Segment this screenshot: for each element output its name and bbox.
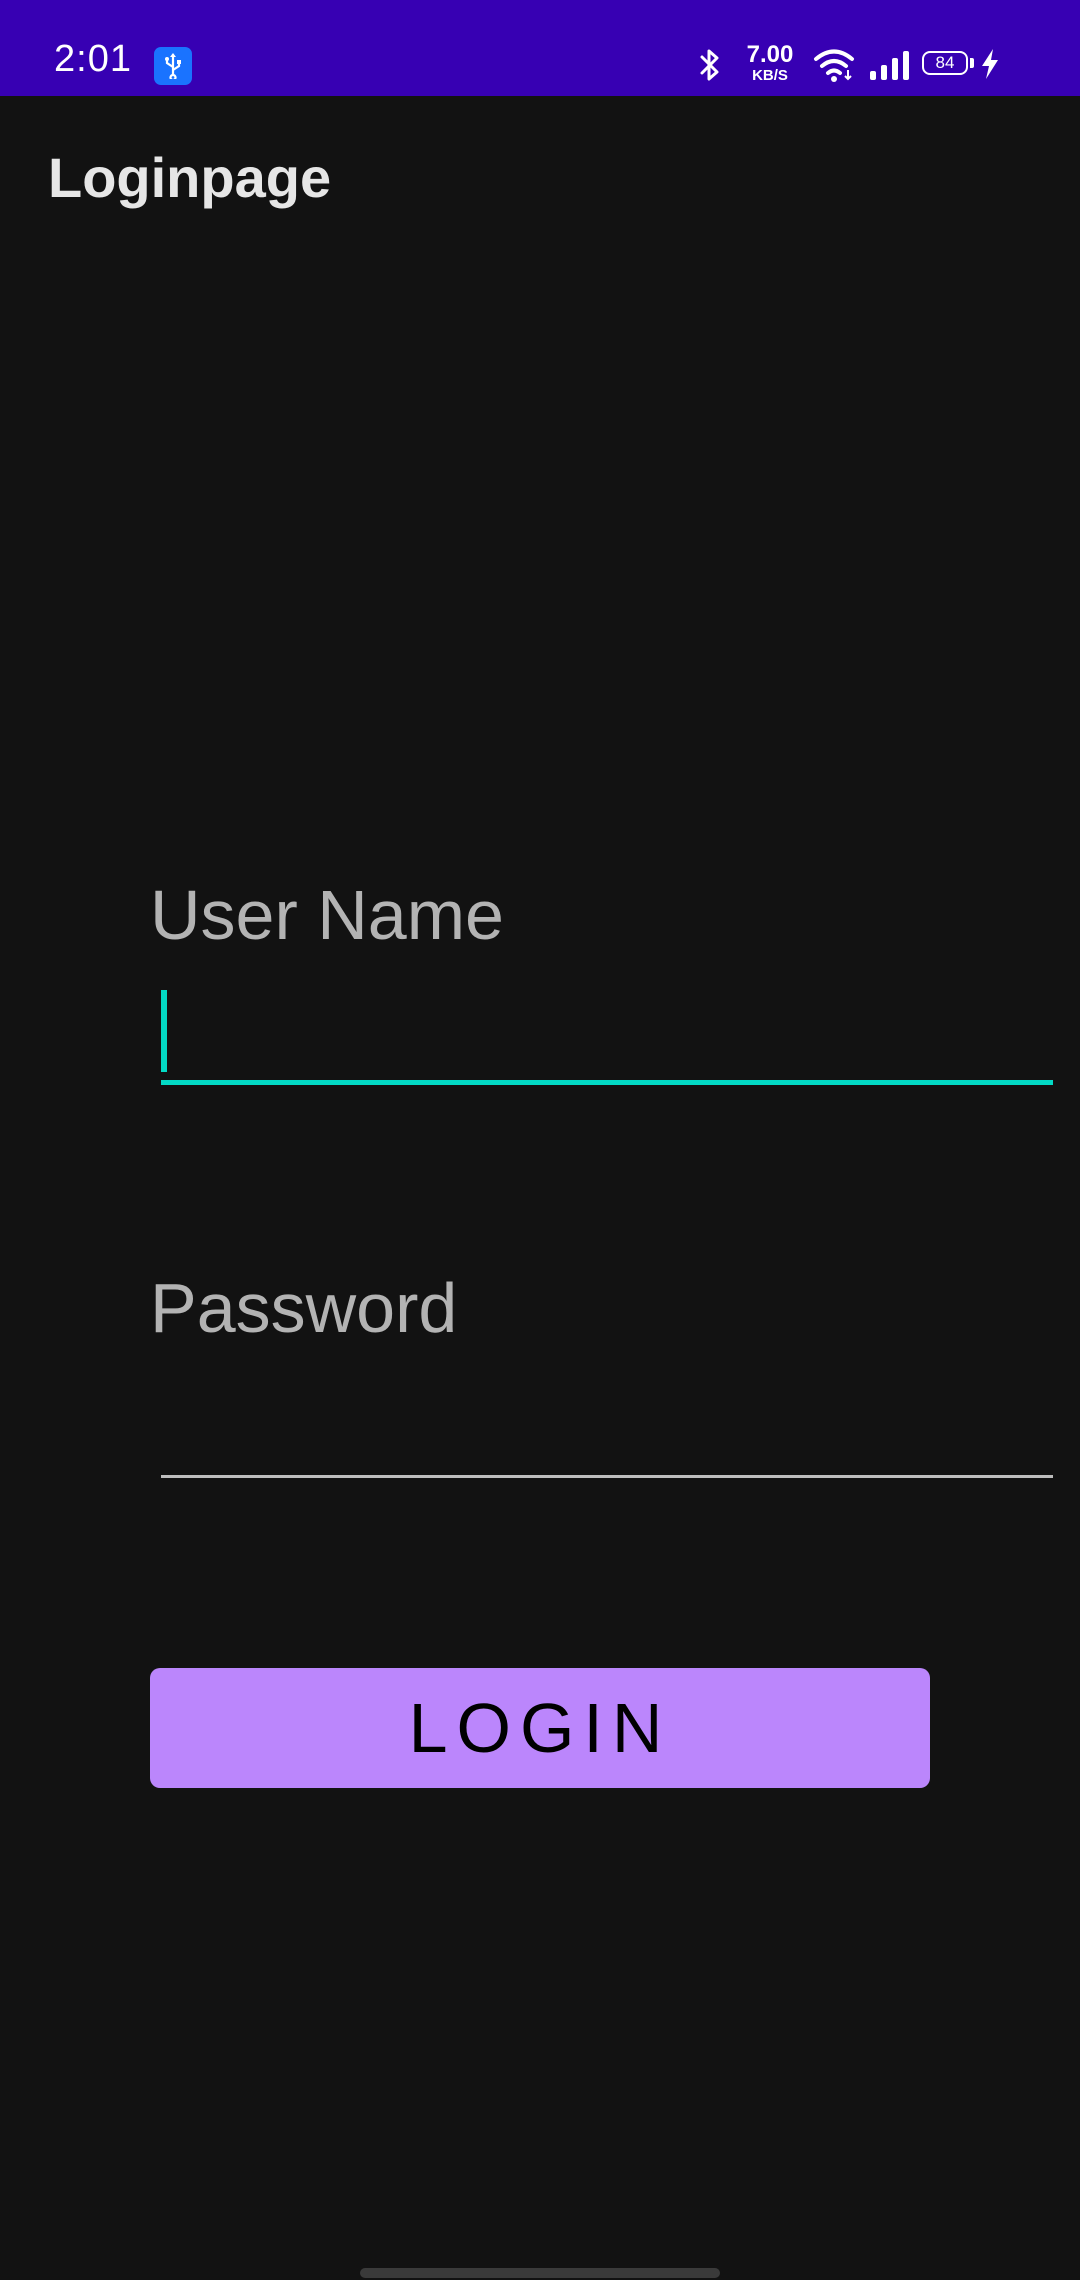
status-bar: 2:01 7.00 KB/S 84 — [0, 0, 1080, 96]
app-title: Loginpage — [48, 146, 332, 209]
net-speed-value: 7.00 — [746, 41, 794, 68]
login-screen: 2:01 7.00 KB/S 84 Loginpage User Name Pa… — [0, 0, 1080, 2280]
wifi-icon — [813, 48, 855, 87]
battery-icon: 84 — [922, 51, 968, 75]
username-label: User Name — [150, 876, 504, 954]
password-label: Password — [150, 1269, 458, 1347]
text-cursor — [161, 990, 167, 1072]
net-speed: 7.00 KB/S — [742, 41, 798, 84]
home-indicator[interactable] — [360, 2268, 720, 2278]
signal-icon — [868, 49, 910, 86]
username-input[interactable] — [161, 990, 1053, 1085]
net-speed-unit: KB/S — [752, 67, 788, 84]
usb-icon — [154, 47, 192, 85]
charging-icon — [980, 48, 1000, 85]
password-input[interactable] — [161, 1383, 1053, 1478]
bluetooth-icon — [698, 48, 722, 87]
login-button[interactable]: LOGIN — [150, 1668, 930, 1788]
status-time: 2:01 — [54, 38, 132, 80]
battery-tip — [970, 58, 974, 68]
